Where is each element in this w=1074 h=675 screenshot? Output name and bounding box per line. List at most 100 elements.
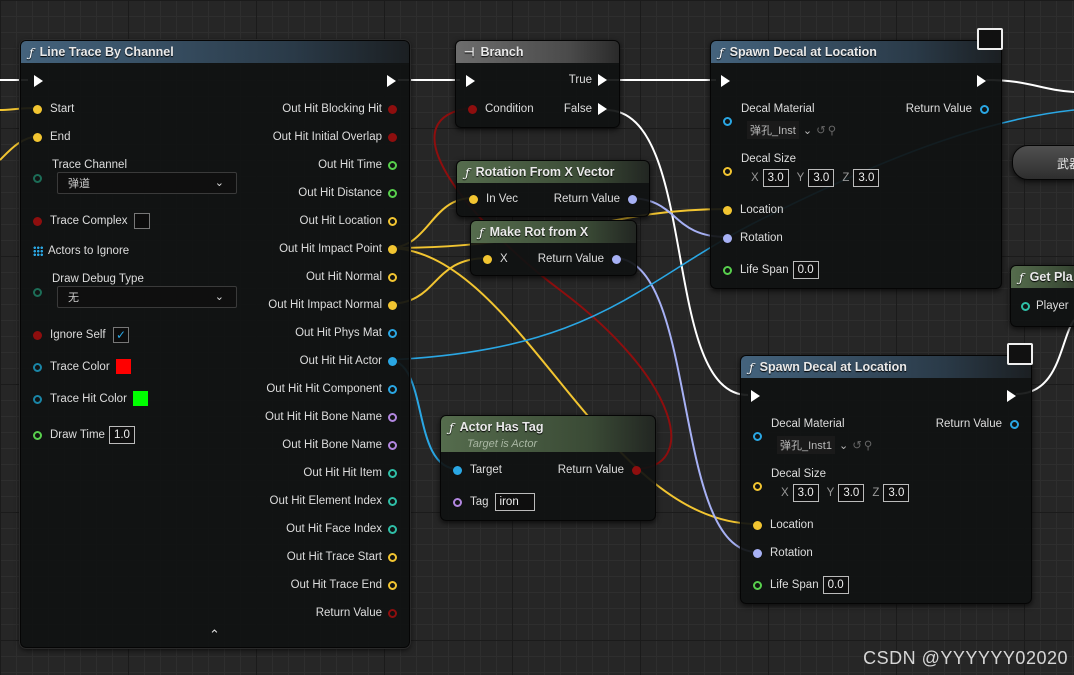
- trace-output-pin[interactable]: Out Hit Time: [318, 159, 397, 171]
- condition-pin[interactable]: Condition: [468, 103, 534, 115]
- makerot-return-pin[interactable]: Return Value: [538, 253, 621, 265]
- line-trace-header[interactable]: ƒ Line Trace By Channel: [21, 41, 409, 63]
- use-selected-icon[interactable]: ↺: [816, 123, 826, 137]
- tag-field[interactable]: iron: [494, 493, 535, 511]
- life-span-pin[interactable]: Life Span 0.0: [753, 576, 849, 594]
- start-pin[interactable]: Start: [33, 103, 74, 115]
- decal-material-picker[interactable]: 弹孔_Inst1 ⌄ ↺ ⚲: [777, 436, 872, 454]
- get-player-header[interactable]: ƒ Get Pla: [1011, 266, 1074, 288]
- trace-output-pin[interactable]: Out Hit Face Index: [286, 523, 397, 535]
- ignore-self-pin[interactable]: Ignore Self: [33, 329, 106, 341]
- in-vec-pin[interactable]: In Vec: [469, 193, 518, 205]
- use-selected-icon[interactable]: ↺: [852, 438, 862, 452]
- trace-output-pin[interactable]: Out Hit Blocking Hit: [282, 103, 397, 115]
- exec-out-pin[interactable]: [1007, 390, 1016, 402]
- trace-output-pin[interactable]: Out Hit Phys Mat: [295, 327, 397, 339]
- actor-has-tag-node[interactable]: ƒ Actor Has Tag Target is Actor Target R…: [440, 415, 656, 521]
- search-icon[interactable]: ⚲: [864, 438, 872, 452]
- life-span-field[interactable]: 0.0: [792, 261, 819, 279]
- rotation-from-x-header[interactable]: ƒ Rotation From X Vector: [457, 161, 649, 183]
- spawn-decal-node-1[interactable]: ƒ Spawn Decal at Location Decal Material…: [710, 28, 1003, 289]
- trace-output-pin[interactable]: Out Hit Bone Name: [282, 439, 397, 451]
- make-rot-from-x-node[interactable]: ƒ Make Rot from X X Return Value: [470, 220, 637, 276]
- exec-in-pin[interactable]: [751, 390, 760, 402]
- exec-out-pin[interactable]: [977, 75, 986, 87]
- decal-material-pin[interactable]: [723, 117, 732, 126]
- trace-output-pin[interactable]: Out Hit Location: [300, 215, 397, 227]
- draw-debug-type-dropdown[interactable]: 无 ⌄: [57, 286, 237, 308]
- trace-output-pin[interactable]: Out Hit Hit Component: [266, 383, 397, 395]
- trace-output-pin[interactable]: Out Hit Distance: [298, 187, 397, 199]
- target-pin[interactable]: Target: [453, 464, 502, 476]
- rotation-from-x-title: Rotation From X Vector: [475, 165, 615, 179]
- trace-color-pin[interactable]: Trace Color: [33, 361, 110, 373]
- true-pin[interactable]: True: [569, 74, 607, 86]
- exec-out-pin[interactable]: [387, 75, 396, 87]
- trace-output-pin[interactable]: Out Hit Trace Start: [287, 551, 397, 563]
- location-pin[interactable]: Location: [723, 204, 783, 216]
- trace-output-pin[interactable]: Out Hit Impact Point: [279, 243, 397, 255]
- rotation-from-x-node[interactable]: ƒ Rotation From X Vector In Vec Return V…: [456, 160, 650, 217]
- branch-header[interactable]: ⊣ Branch: [456, 41, 619, 63]
- draw-debug-type-pin[interactable]: [33, 288, 42, 297]
- line-trace-node[interactable]: ƒ Line Trace By Channel Start End Trace …: [19, 39, 411, 649]
- size-y-field[interactable]: 3.0: [838, 484, 865, 502]
- rotx-return-pin[interactable]: Return Value: [554, 193, 637, 205]
- spawn2-return-pin[interactable]: Return Value: [936, 418, 1019, 430]
- end-pin[interactable]: End: [33, 131, 70, 143]
- hastag-return-pin[interactable]: Return Value: [558, 464, 641, 476]
- exec-in-pin[interactable]: [34, 75, 43, 87]
- array-grid-icon: [33, 246, 43, 256]
- trace-complex-pin[interactable]: Trace Complex: [33, 215, 128, 227]
- trace-output-pin[interactable]: Out Hit Hit Item: [303, 467, 397, 479]
- size-z-field[interactable]: 3.0: [853, 169, 880, 187]
- trace-color-swatch[interactable]: [116, 359, 131, 374]
- false-pin[interactable]: False: [564, 103, 607, 115]
- spawn-decal-node-2[interactable]: ƒ Spawn Decal at Location Decal Material…: [740, 343, 1033, 604]
- spawn-decal-header[interactable]: ƒ Spawn Decal at Location: [741, 356, 1031, 378]
- chevron-up-icon[interactable]: ⌃: [209, 627, 220, 643]
- decal-size-pin[interactable]: [723, 167, 732, 176]
- life-span-field[interactable]: 0.0: [822, 576, 849, 594]
- trace-output-pin[interactable]: Return Value: [316, 607, 397, 619]
- exec-in-pin[interactable]: [466, 75, 475, 87]
- actors-to-ignore-pin[interactable]: Actors to Ignore: [33, 245, 129, 257]
- ignore-self-checkbox[interactable]: ✓: [113, 327, 129, 343]
- make-rot-header[interactable]: ƒ Make Rot from X: [471, 221, 636, 243]
- draw-time-pin[interactable]: Draw Time 1.0: [33, 426, 135, 444]
- trace-hit-color-pin[interactable]: Trace Hit Color: [33, 393, 127, 405]
- trace-hit-color-swatch[interactable]: [133, 391, 148, 406]
- trace-channel-pin[interactable]: [33, 174, 42, 183]
- location-pin[interactable]: Location: [753, 519, 813, 531]
- draw-time-field[interactable]: 1.0: [108, 426, 135, 444]
- size-x-field[interactable]: 3.0: [792, 484, 819, 502]
- size-y-field[interactable]: 3.0: [808, 169, 835, 187]
- trace-output-pin[interactable]: Out Hit Element Index: [270, 495, 397, 507]
- rotation-pin[interactable]: Rotation: [723, 232, 783, 244]
- search-icon[interactable]: ⚲: [828, 123, 836, 137]
- decal-material-pin[interactable]: [753, 432, 762, 441]
- tag-pin[interactable]: Tag iron: [453, 493, 535, 511]
- get-player-node[interactable]: ƒ Get Pla Player: [1010, 265, 1074, 327]
- trace-output-pin[interactable]: Out Hit Normal: [306, 271, 397, 283]
- trace-output-pin[interactable]: Out Hit Hit Actor: [300, 355, 397, 367]
- size-z-field[interactable]: 3.0: [883, 484, 910, 502]
- weapon-node[interactable]: 武器: [1012, 145, 1074, 180]
- decal-size-pin[interactable]: [753, 482, 762, 491]
- decal-material-picker[interactable]: 弹孔_Inst ⌄ ↺ ⚲: [747, 121, 836, 139]
- branch-node[interactable]: ⊣ Branch True Condition False: [455, 40, 620, 128]
- trace-output-pin[interactable]: Out Hit Trace End: [291, 579, 397, 591]
- player-pin[interactable]: Player: [1021, 300, 1069, 312]
- trace-channel-dropdown[interactable]: 弹道 ⌄: [57, 172, 237, 194]
- life-span-pin[interactable]: Life Span 0.0: [723, 261, 819, 279]
- trace-output-pin[interactable]: Out Hit Impact Normal: [268, 299, 397, 311]
- trace-output-pin[interactable]: Out Hit Initial Overlap: [273, 131, 397, 143]
- spawn-decal-header[interactable]: ƒ Spawn Decal at Location: [711, 41, 1001, 63]
- rotation-pin[interactable]: Rotation: [753, 547, 813, 559]
- spawn1-return-pin[interactable]: Return Value: [906, 103, 989, 115]
- size-x-field[interactable]: 3.0: [762, 169, 789, 187]
- trace-output-pin[interactable]: Out Hit Hit Bone Name: [265, 411, 397, 423]
- x-pin[interactable]: X: [483, 253, 508, 265]
- trace-complex-checkbox[interactable]: [134, 213, 150, 229]
- exec-in-pin[interactable]: [721, 75, 730, 87]
